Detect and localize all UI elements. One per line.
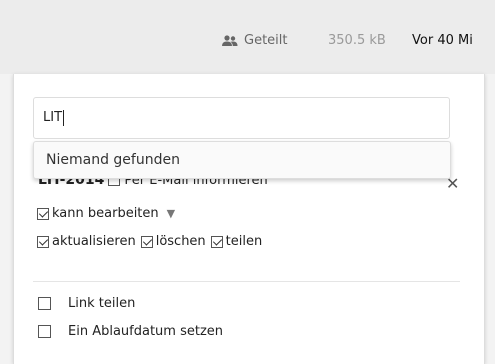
update-checkbox[interactable] xyxy=(37,235,49,248)
shared-indicator[interactable]: Geteilt xyxy=(222,33,288,48)
expiry-checkbox[interactable] xyxy=(38,325,51,338)
chevron-down-icon[interactable]: ▼ xyxy=(167,207,175,220)
expiry-label: Ein Ablaufdatum setzen xyxy=(68,324,224,339)
delete-checkbox[interactable] xyxy=(140,235,153,248)
share-checkbox[interactable] xyxy=(210,235,223,248)
users-icon xyxy=(222,34,238,46)
share-label: teilen xyxy=(225,234,263,249)
share-with-input[interactable]: LIT xyxy=(33,97,450,139)
file-size: 350.5 kB xyxy=(328,33,386,48)
permissions-row: aktualisieren löschen teilen xyxy=(37,234,262,249)
share-link-row: Link teilen xyxy=(38,296,135,311)
share-link-label: Link teilen xyxy=(68,296,136,311)
share-input-value: LIT xyxy=(43,110,63,125)
text-cursor xyxy=(63,109,65,126)
shared-label: Geteilt xyxy=(244,33,288,48)
file-row: Geteilt 350.5 kB Vor 40 Mi xyxy=(0,0,495,74)
can-edit-label: kann bearbeiten xyxy=(52,206,159,221)
can-edit-checkbox[interactable] xyxy=(37,207,49,220)
update-label: aktualisieren xyxy=(52,234,136,249)
expiry-row: Ein Ablaufdatum setzen xyxy=(38,324,223,339)
delete-label: löschen xyxy=(155,234,206,249)
share-link-checkbox[interactable] xyxy=(38,297,51,310)
divider xyxy=(33,281,460,282)
can-edit-row: kann bearbeiten ▼ xyxy=(37,206,175,221)
modified-date: Vor 40 Mi xyxy=(412,33,473,48)
autocomplete-suggestion[interactable]: Niemand gefunden xyxy=(33,141,451,179)
